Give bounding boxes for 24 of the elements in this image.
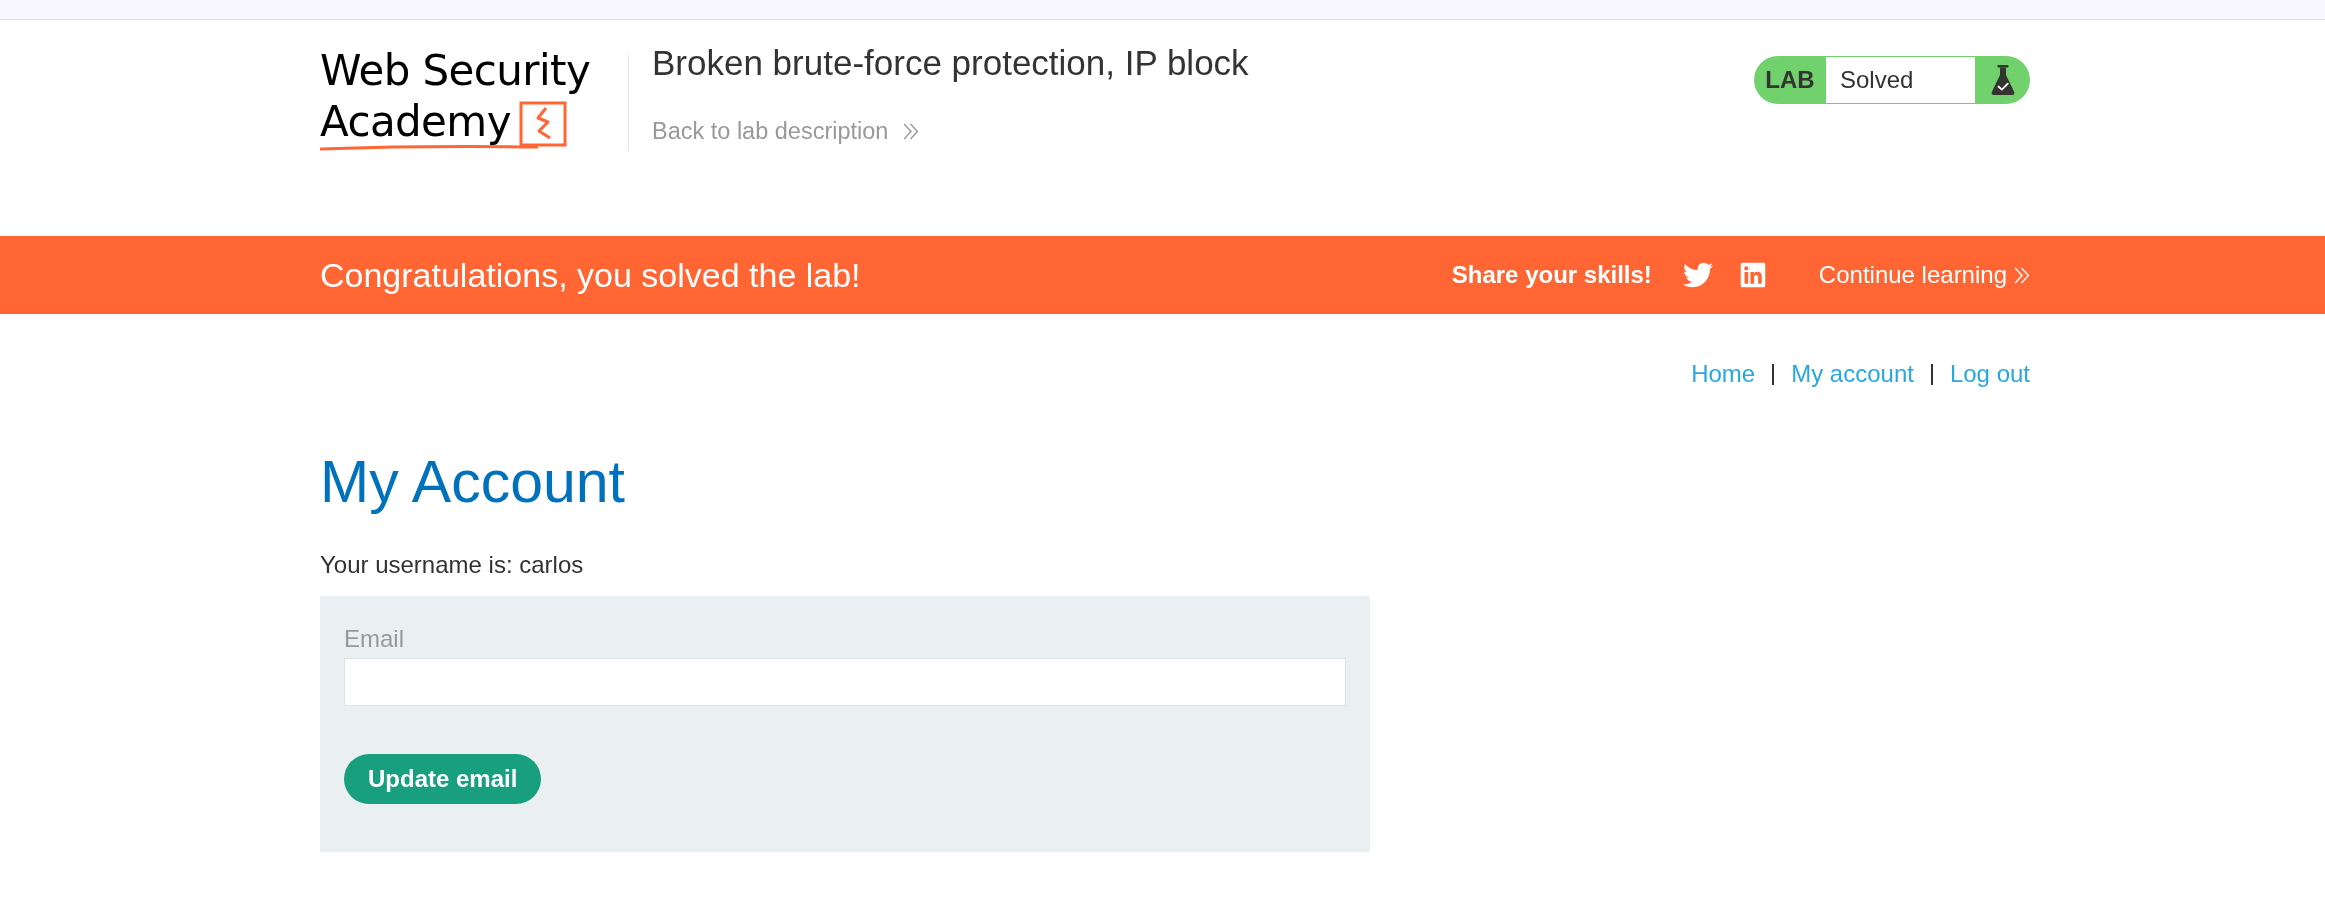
back-link[interactable]: Back to lab description (652, 117, 920, 145)
lab-title: Broken brute-force protection, IP block (652, 42, 1249, 84)
nav-link[interactable]: Home (1691, 360, 1756, 388)
logo-text: Web Security (320, 45, 591, 96)
double-chevron-icon (2013, 266, 2030, 284)
email-label: Email (344, 625, 404, 653)
flask-icon (1990, 65, 2015, 95)
username-text: Your username is: carlos (320, 551, 584, 579)
update-email-button[interactable]: Update email (344, 754, 542, 804)
double-chevron-icon (902, 122, 920, 140)
nav-link[interactable]: My account (1791, 360, 1914, 388)
twitter-icon[interactable] (1682, 260, 1713, 290)
email-input[interactable] (344, 658, 1346, 706)
linkedin-icon[interactable] (1738, 261, 1767, 289)
logo-underline-icon (320, 144, 538, 151)
lab-status: Solved (1826, 57, 1975, 103)
logo-bolt-icon (518, 101, 567, 147)
page-heading: My Account (320, 450, 625, 515)
logo-text: Academy (320, 96, 511, 147)
share-label: Share your skills! (1451, 261, 1652, 289)
nav-link[interactable]: Log out (1949, 360, 2030, 388)
continue-learning-link[interactable]: Continue learning (1818, 261, 2030, 289)
lab-label: LAB (1764, 66, 1816, 94)
banner-message: Congratulations, you solved the lab! (320, 255, 861, 295)
